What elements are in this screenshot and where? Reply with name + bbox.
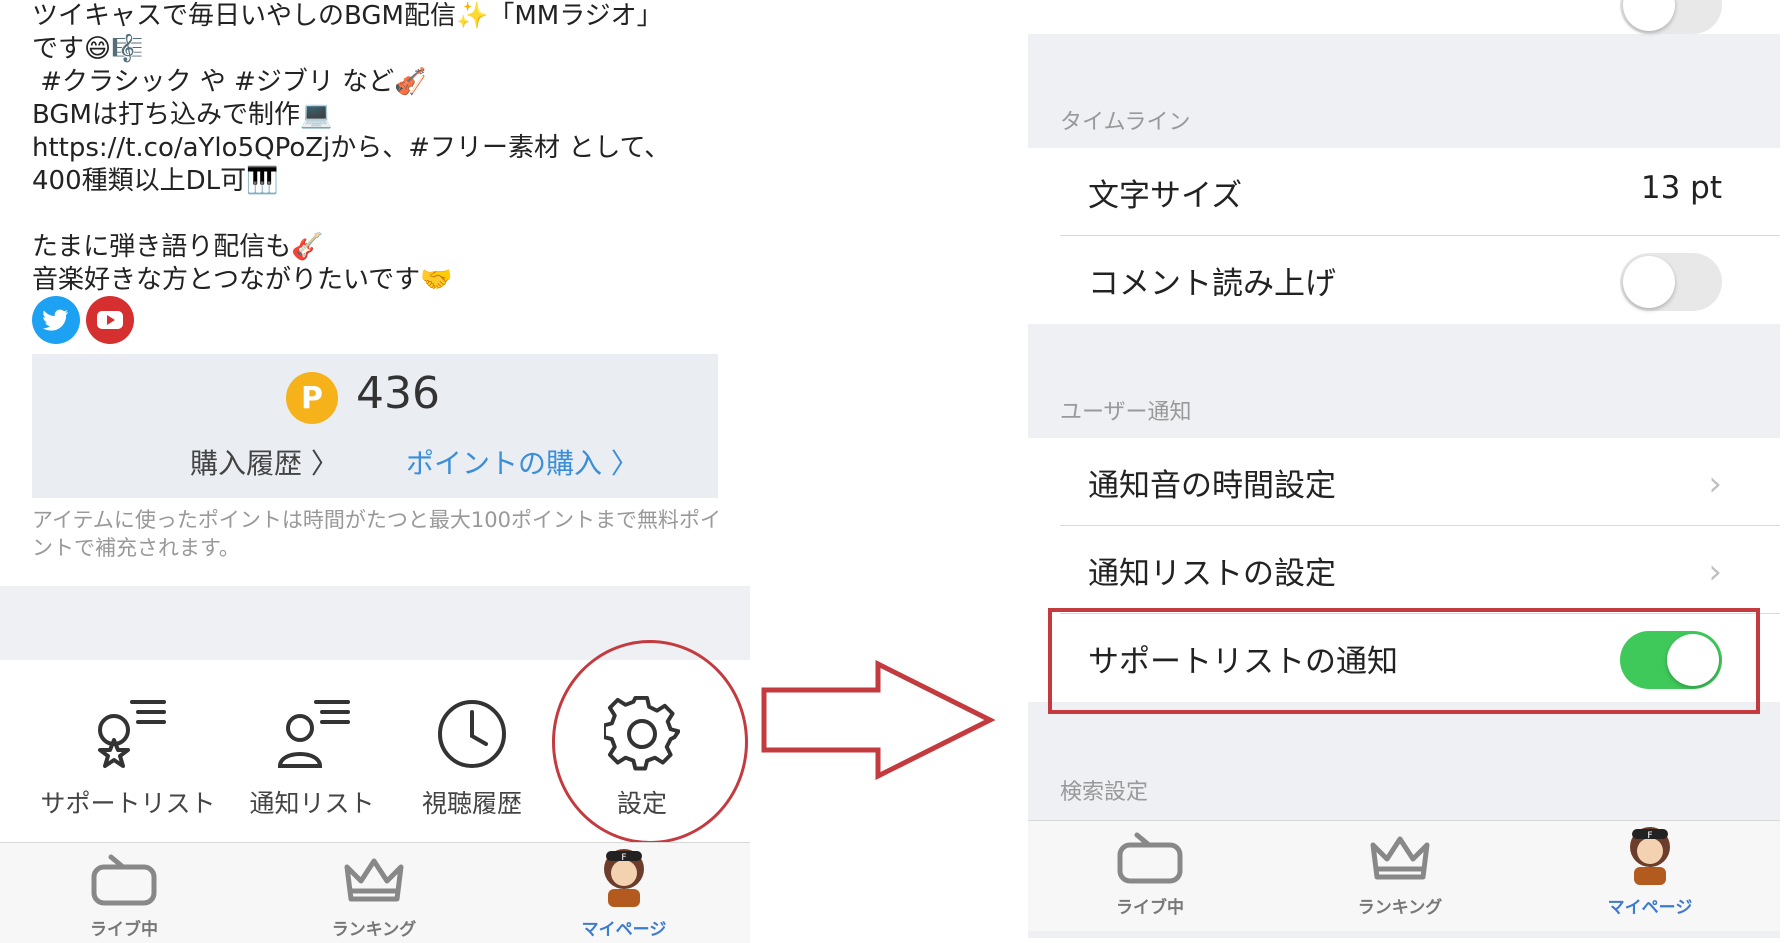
toggle-switch-top[interactable] <box>1620 0 1722 34</box>
tab-live[interactable]: ライブ中 <box>24 853 224 940</box>
bio-line: ツイキャスで毎日いやしのBGM配信✨「MMラジオ」 <box>32 1 663 31</box>
menu-notify-list[interactable]: 通知リスト <box>222 692 402 832</box>
points-panel: P 436 購入履歴 〉 ポイントの購入 〉 <box>32 354 718 498</box>
menu-label: 通知リスト <box>249 789 375 818</box>
tab-live[interactable]: ライブ中 <box>1050 831 1250 918</box>
profile-bio: ツイキャスで毎日いやしのBGM配信✨「MMラジオ」 です😄🎼 #クラシック や … <box>32 0 732 297</box>
bio-line: 音楽好きな方とつながりたいです🤝 <box>32 265 453 295</box>
row-label: コメント読み上げ <box>1088 266 1336 302</box>
settings-row-notify-list[interactable]: 通知リストの設定 › <box>1028 526 1780 614</box>
svg-text:F: F <box>1647 831 1652 841</box>
toggle-knob <box>1623 0 1675 31</box>
section-header-search: 検索設定 <box>1060 780 1149 805</box>
tab-label: ランキング <box>1357 898 1443 918</box>
profile-screen: ツイキャスで毎日いやしのBGM配信✨「MMラジオ」 です😄🎼 #クラシック や … <box>0 0 750 943</box>
bio-line: 400種類以上DL可🎹 <box>32 166 279 196</box>
clock-icon <box>382 692 562 776</box>
tv-icon <box>91 854 157 906</box>
bio-line: です😄🎼 <box>32 34 144 64</box>
bio-line <box>32 198 732 231</box>
arrow-icon <box>761 660 996 780</box>
row-label: 文字サイズ <box>1088 178 1243 214</box>
section-header-user-notify: ユーザー通知 <box>1060 400 1192 425</box>
settings-row-notify-sound-time[interactable]: 通知音の時間設定 › <box>1028 438 1780 526</box>
points-value: 436 <box>356 368 440 419</box>
support-list-icon <box>38 692 218 776</box>
tab-label: ライブ中 <box>1116 898 1184 918</box>
tab-ranking[interactable]: ランキング <box>1300 831 1500 918</box>
bio-link-line[interactable]: https://t.co/aYlo5QPoZjから、#フリー素材 として、 <box>32 132 732 165</box>
tab-label: ランキング <box>331 920 417 940</box>
settings-row-top <box>1028 0 1780 34</box>
avatar: F <box>604 849 644 907</box>
settings-row-font-size[interactable]: 文字サイズ 13 pt <box>1028 148 1780 236</box>
tab-ranking[interactable]: ランキング <box>274 853 474 940</box>
svg-text:F: F <box>621 853 626 863</box>
tab-label: マイページ <box>1607 898 1693 918</box>
toggle-knob <box>1623 256 1675 308</box>
menu-label: 視聴履歴 <box>421 789 522 818</box>
youtube-icon[interactable] <box>86 296 134 344</box>
tab-label: ライブ中 <box>90 920 158 940</box>
row-label: 通知音の時間設定 <box>1088 468 1336 504</box>
menu-watch-history[interactable]: 視聴履歴 <box>382 692 562 832</box>
avatar: F <box>1630 827 1670 885</box>
crown-icon <box>344 858 404 902</box>
font-size-value: 13 pt <box>1640 170 1722 206</box>
settings-screen: タイムライン 文字サイズ 13 pt コメント読み上げ ユーザー通知 通知音の時… <box>1028 0 1780 938</box>
purchase-history-link[interactable]: 購入履歴 〉 <box>190 442 339 482</box>
chevron-right-icon: › <box>1708 464 1722 504</box>
row-label: 通知リストの設定 <box>1088 556 1336 592</box>
buy-points-link[interactable]: ポイントの購入 〉 <box>406 442 639 482</box>
menu-support-list[interactable]: サポートリスト <box>38 692 218 832</box>
bio-line: #クラシック や #ジブリ など🎻 <box>32 67 427 97</box>
twitter-icon[interactable] <box>32 296 80 344</box>
tab-mypage[interactable]: F マイページ <box>1550 823 1750 918</box>
bio-line: たまに弾き語り配信も🎸 <box>32 232 324 262</box>
section-header-timeline: タイムライン <box>1060 110 1191 135</box>
tab-bar: ライブ中 ランキング F マイページ <box>1028 820 1780 931</box>
tab-bar: ライブ中 ランキング F マイページ <box>0 842 750 943</box>
crown-icon <box>1370 836 1430 880</box>
highlight-rectangle <box>1048 608 1760 714</box>
settings-row-comment-readout: コメント読み上げ <box>1028 236 1780 324</box>
tv-icon <box>1117 832 1183 884</box>
chevron-right-icon: › <box>1708 552 1722 592</box>
points-note: アイテムに使ったポイントは時間がたつと最大100ポイントまで無料ポイントで補充さ… <box>32 508 721 560</box>
bio-line: BGMは打ち込みで制作💻 <box>32 100 333 130</box>
comment-readout-toggle[interactable] <box>1620 253 1722 311</box>
notify-list-icon <box>222 692 402 776</box>
tab-mypage[interactable]: F マイページ <box>524 845 724 940</box>
menu-label: サポートリスト <box>40 789 216 818</box>
tab-label: マイページ <box>581 920 667 940</box>
highlight-circle <box>552 640 748 844</box>
point-coin-icon: P <box>286 372 338 424</box>
